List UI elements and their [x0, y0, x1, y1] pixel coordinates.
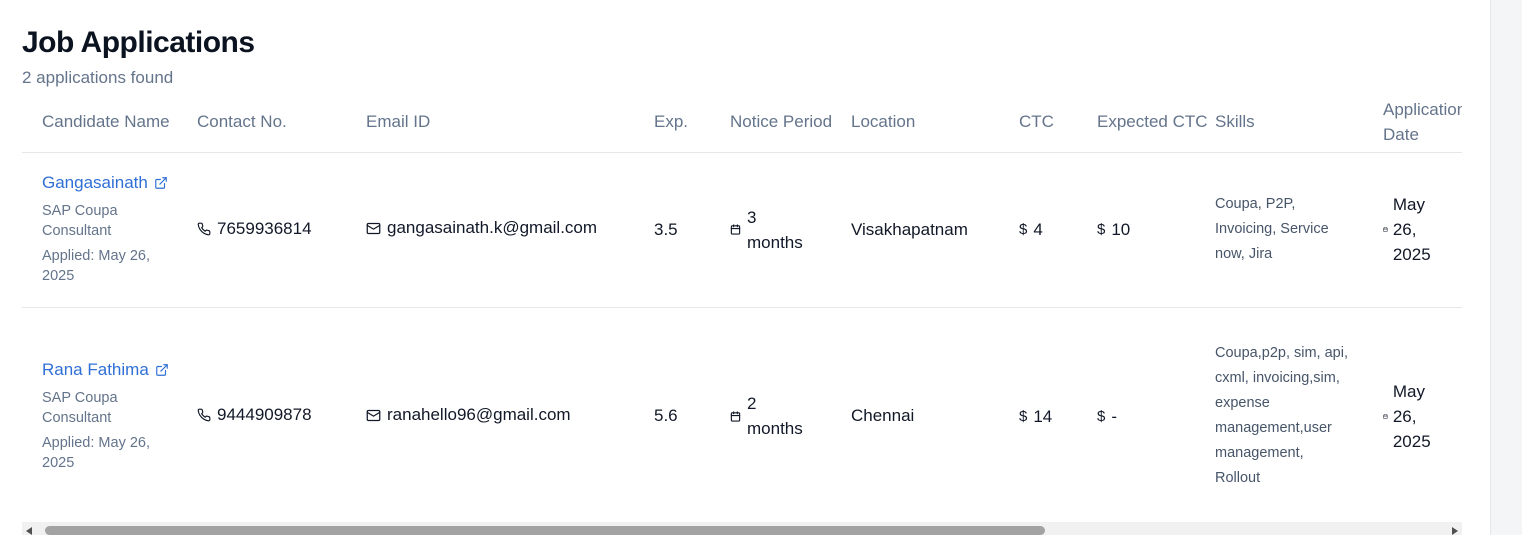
- applications-card: Job Applications 2 applications found Ca…: [0, 0, 1491, 535]
- application-date-cell: May 26, 2025: [1383, 307, 1462, 522]
- candidate-role: SAP Coupa Consultant: [42, 203, 118, 239]
- col-header-skills: Skills: [1215, 92, 1383, 153]
- exp-cell: 3.5: [654, 152, 730, 308]
- candidate-role: SAP Coupa Consultant: [42, 389, 118, 426]
- results-count: 2 applications found: [22, 68, 174, 87]
- notice-cell: 2 months: [730, 307, 851, 522]
- phone-icon: [197, 222, 211, 235]
- calendar-icon: [1383, 227, 1388, 232]
- calendar-icon: [1383, 413, 1388, 419]
- table-row: Rana Fathima SAP Coupa Consultant Applie…: [22, 307, 1462, 522]
- dollar-icon: $: [1019, 408, 1028, 425]
- email-cell: gangasainath.k@gmail.com: [366, 152, 654, 308]
- dollar-icon: $: [1097, 408, 1106, 425]
- mail-icon: [366, 409, 381, 421]
- candidate-cell: Rana Fathima SAP Coupa Consultant Applie…: [22, 307, 197, 522]
- ctc-value: 4: [1033, 219, 1043, 239]
- candidate-name: Gangasainath: [42, 173, 148, 192]
- ctc-value: 14: [1033, 406, 1053, 426]
- col-header-candidate-name: Candidate Name: [22, 92, 197, 153]
- external-link-icon: [155, 177, 167, 189]
- exp-cell: 5.6: [654, 406, 678, 426]
- dollar-icon: $: [1097, 221, 1106, 239]
- applied-date: Applied: May 26, 2025: [42, 248, 151, 284]
- email-address: ranahello96@gmail.com: [387, 405, 571, 424]
- expected-ctc-cell: $ 10: [1097, 152, 1215, 308]
- dollar-icon: $: [1019, 221, 1028, 239]
- col-header-contact: Contact No.: [197, 92, 366, 153]
- email-cell: ranahello96@gmail.com: [366, 307, 654, 522]
- notice-period: 3 months: [747, 207, 803, 252]
- table-header-row: Candidate Name Contact No. Email ID Exp.…: [22, 92, 1462, 153]
- phone-icon: [197, 408, 211, 422]
- col-header-notice-period: Notice Period: [730, 92, 851, 153]
- candidate-name-link[interactable]: Gangasainath: [42, 173, 168, 193]
- location-cell: Chennai: [851, 406, 915, 426]
- scroll-left-arrow-icon[interactable]: [26, 527, 32, 535]
- ctc-cell: $ 4: [1019, 152, 1097, 308]
- page-title: Job Applications: [22, 26, 255, 59]
- expected-ctc-cell: $ -: [1097, 307, 1215, 522]
- scrollbar-thumb[interactable]: [45, 526, 1045, 535]
- table-row: Gangasainath SAP Coupa Consultant Applie…: [22, 152, 1462, 308]
- calendar-icon: [730, 224, 741, 235]
- col-header-location: Location: [851, 92, 1019, 153]
- skills-text: Coupa,p2p, sim, api, cxml, invoicing,sim…: [1215, 345, 1348, 487]
- candidate-cell: Gangasainath SAP Coupa Consultant Applie…: [22, 152, 197, 308]
- horizontal-scrollbar[interactable]: [22, 522, 1462, 535]
- expected-ctc-value: 10: [1111, 219, 1131, 239]
- calendar-icon: [730, 411, 741, 422]
- application-date-cell: May 26, 2025: [1383, 152, 1462, 308]
- email-address: gangasainath.k@gmail.com: [387, 218, 598, 238]
- col-header-expected-ctc: Expected CTC: [1097, 92, 1215, 153]
- candidate-name: Rana Fathima: [42, 359, 149, 379]
- phone-number: 9444909878: [217, 405, 312, 425]
- phone-number: 7659936814: [217, 218, 312, 238]
- col-header-email: Email ID: [366, 92, 654, 153]
- notice-cell: 3 months: [730, 152, 851, 308]
- contact-cell: 7659936814: [197, 152, 366, 308]
- candidate-name-link[interactable]: Rana Fathima: [42, 360, 169, 380]
- applications-table-container[interactable]: Candidate Name Contact No. Email ID Exp.…: [22, 92, 1462, 522]
- ctc-cell: $ 14: [1019, 307, 1097, 522]
- application-date: May 26, 2025: [1392, 381, 1431, 451]
- applications-table: Candidate Name Contact No. Email ID Exp.…: [22, 92, 1462, 522]
- skills-text: Coupa, P2P, Invoicing, Service now, Jira: [1215, 196, 1329, 262]
- skills-cell: Coupa,p2p, sim, api, cxml, invoicing,sim…: [1215, 307, 1383, 522]
- col-header-exp: Exp.: [654, 92, 730, 153]
- expected-ctc-value: -: [1111, 406, 1118, 426]
- mail-icon: [366, 222, 381, 234]
- notice-period: 2 months: [747, 394, 803, 439]
- col-header-application-date: Application Date: [1383, 92, 1462, 153]
- scroll-right-arrow-icon[interactable]: [1452, 527, 1458, 535]
- applied-date: Applied: May 26, 2025: [42, 434, 151, 471]
- col-header-ctc: CTC: [1019, 92, 1097, 153]
- skills-cell: Coupa, P2P, Invoicing, Service now, Jira: [1215, 152, 1383, 308]
- contact-cell: 9444909878: [197, 307, 366, 522]
- location-cell: Visakhapatnam: [851, 152, 1019, 308]
- application-date: May 26, 2025: [1392, 195, 1431, 264]
- external-link-icon: [155, 363, 168, 376]
